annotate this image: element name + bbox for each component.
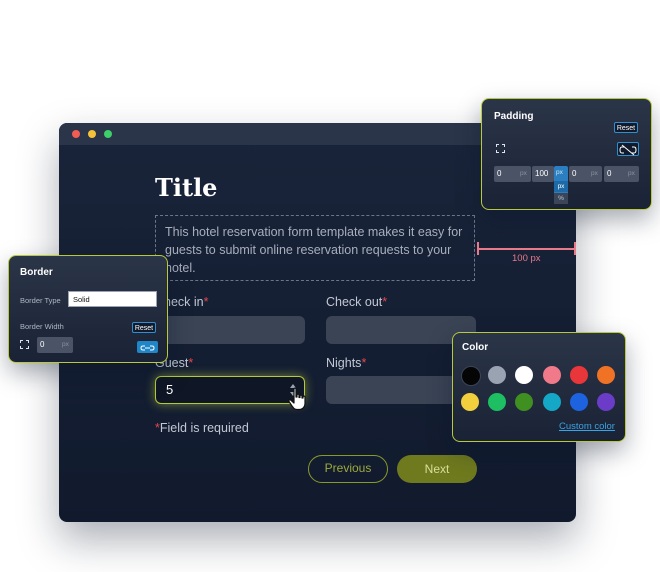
padding-panel-title: Padding bbox=[494, 111, 534, 122]
required-note: *Field is required bbox=[155, 421, 249, 435]
hand-cursor-icon bbox=[288, 387, 306, 411]
check-out-label: Check out* bbox=[326, 295, 388, 309]
padding-bottom-unit: px bbox=[591, 170, 598, 177]
swatch-pink[interactable] bbox=[543, 366, 561, 384]
border-width-label: Border Width bbox=[20, 322, 64, 331]
border-width-value: 0 bbox=[40, 340, 45, 349]
padding-right-value: 100 bbox=[535, 169, 549, 178]
close-dot-icon[interactable] bbox=[72, 130, 80, 138]
border-type-value: Solid bbox=[73, 295, 90, 304]
guest-input[interactable]: 5 bbox=[155, 376, 305, 404]
unit-option-px[interactable]: px bbox=[554, 181, 568, 192]
padding-measure-label: 100 px bbox=[512, 253, 541, 264]
border-width-field[interactable]: 0 px bbox=[37, 337, 73, 353]
color-panel: Color Custom color bbox=[452, 332, 626, 442]
border-type-label: Border Type bbox=[20, 296, 61, 305]
maximize-dot-icon[interactable] bbox=[104, 130, 112, 138]
padding-left-field[interactable]: 0 px bbox=[604, 166, 639, 182]
padding-panel: Padding Reset 0 px 100 px px % 0 px 0 px bbox=[481, 98, 652, 210]
unlink-icon[interactable] bbox=[617, 142, 639, 156]
padding-left-value: 0 bbox=[607, 169, 612, 178]
nights-label: Nights* bbox=[326, 356, 367, 370]
minimize-dot-icon[interactable] bbox=[88, 130, 96, 138]
padding-measure-line bbox=[478, 248, 575, 250]
padding-reset-button[interactable]: Reset bbox=[614, 122, 638, 133]
border-type-select[interactable]: Solid bbox=[68, 291, 157, 307]
unit-dropdown[interactable]: px px % bbox=[554, 166, 568, 204]
check-in-input[interactable] bbox=[155, 316, 305, 344]
padding-top-unit: px bbox=[520, 170, 527, 177]
swatch-purple[interactable] bbox=[597, 393, 615, 411]
padding-sides-icon[interactable] bbox=[496, 144, 505, 153]
unit-option-percent[interactable]: % bbox=[554, 193, 568, 204]
swatch-gray[interactable] bbox=[488, 366, 506, 384]
padding-bottom-value: 0 bbox=[572, 169, 577, 178]
previous-button[interactable]: Previous bbox=[308, 455, 388, 483]
form-title: Title bbox=[155, 173, 218, 202]
padding-top-value: 0 bbox=[497, 169, 502, 178]
next-button[interactable]: Next bbox=[397, 455, 477, 483]
swatch-white[interactable] bbox=[515, 366, 533, 384]
custom-color-link[interactable]: Custom color bbox=[559, 421, 615, 432]
padding-top-field[interactable]: 0 px bbox=[494, 166, 531, 182]
padding-right-unit: px bbox=[556, 169, 563, 176]
border-sides-icon[interactable] bbox=[20, 340, 29, 349]
swatch-dark-green[interactable] bbox=[515, 393, 533, 411]
swatch-green[interactable] bbox=[488, 393, 506, 411]
padding-right-field[interactable]: 100 bbox=[532, 166, 554, 182]
swatch-yellow[interactable] bbox=[461, 393, 479, 411]
border-panel: Border Border Type Solid Border Width Re… bbox=[8, 255, 168, 363]
padding-measure-tick-left bbox=[477, 242, 479, 255]
swatch-black[interactable] bbox=[461, 366, 481, 386]
padding-left-unit: px bbox=[628, 170, 635, 177]
padding-measure-tick-right bbox=[574, 242, 576, 255]
swatch-red[interactable] bbox=[570, 366, 588, 384]
padding-bottom-field[interactable]: 0 px bbox=[569, 166, 602, 182]
color-panel-title: Color bbox=[462, 342, 489, 353]
link-icon[interactable] bbox=[137, 341, 158, 353]
form-description: This hotel reservation form template mak… bbox=[165, 225, 463, 275]
border-panel-title: Border bbox=[20, 267, 53, 278]
swatch-blue[interactable] bbox=[570, 393, 588, 411]
border-reset-button[interactable]: Reset bbox=[132, 322, 156, 333]
swatch-teal[interactable] bbox=[543, 393, 561, 411]
swatch-orange[interactable] bbox=[597, 366, 615, 384]
border-width-unit: px bbox=[62, 341, 69, 348]
guest-value: 5 bbox=[166, 382, 174, 397]
